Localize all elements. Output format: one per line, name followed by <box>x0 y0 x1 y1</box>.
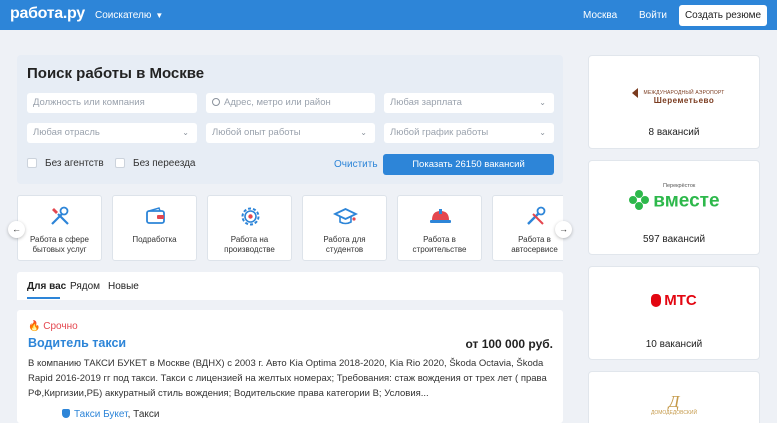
company-name[interactable]: Такси Букет <box>74 409 128 420</box>
top-header: работа.ру Соискателю ▼ Москва Войти Созда… <box>0 0 777 30</box>
no-agencies-label: Без агентств <box>45 158 104 169</box>
active-tab-indicator <box>27 297 60 299</box>
employer-card-mts[interactable]: МТС 10 вакансий <box>588 266 760 360</box>
experience-select[interactable]: Любой опыт работы ⌄ <box>206 123 375 143</box>
category-label: Подработка <box>132 235 177 244</box>
tab-nearby[interactable]: Рядом <box>70 281 100 292</box>
chevron-down-icon: ⌄ <box>539 98 546 107</box>
login-link[interactable]: Войти <box>639 10 667 21</box>
search-panel: Поиск работы в Москве Должность или комп… <box>17 55 563 184</box>
chevron-down-icon: ⌄ <box>539 128 546 137</box>
fire-icon: 🔥 <box>28 321 41 332</box>
mts-logo: МТС <box>589 292 759 309</box>
arrow-right-icon: → <box>559 224 568 234</box>
create-resume-button[interactable]: Создать резюме <box>679 5 767 26</box>
category-card-autoservice[interactable]: Работа в автосервисе <box>492 195 563 261</box>
category-label: Работа в автосервисе <box>511 235 558 254</box>
clear-filters-link[interactable]: Очистить <box>334 159 378 170</box>
verified-shield-icon <box>62 409 70 418</box>
employer-vacancy-count: 597 вакансий <box>642 234 706 245</box>
category-card-parttime[interactable]: Подработка <box>112 195 197 261</box>
vacancy-company[interactable]: Такси Букет, Такси <box>62 409 159 420</box>
schedule-select[interactable]: Любой график работы ⌄ <box>384 123 554 143</box>
address-input[interactable]: Адрес, метро или район <box>206 93 375 113</box>
carousel-prev-button[interactable]: ← <box>8 221 25 238</box>
gear-icon <box>241 207 260 226</box>
schedule-select-value: Любой график работы <box>390 127 489 138</box>
category-label: Работа для студентов <box>323 235 366 254</box>
position-placeholder: Должность или компания <box>33 97 145 108</box>
vacancy-salary: от 100 000 руб. <box>465 337 553 351</box>
urgent-label: Срочно <box>43 321 78 332</box>
category-card-students[interactable]: Работа для студентов <box>302 195 387 261</box>
address-placeholder: Адрес, метро или район <box>224 97 331 108</box>
vacancy-card[interactable]: 🔥 Срочно Водитель такси от 100 000 руб. … <box>17 310 563 423</box>
salary-select-value: Любая зарплата <box>390 97 462 108</box>
vmeste-logo: Перекрёсток вместе <box>589 183 759 214</box>
wrench-icon <box>527 206 546 225</box>
wallet-icon <box>146 207 165 224</box>
tab-new[interactable]: Новые <box>108 281 139 292</box>
company-industry: Такси <box>133 409 160 420</box>
domodedovo-logo: Д ДОМОДЕДОВСКИЙ <box>589 392 759 416</box>
site-logo[interactable]: работа.ру <box>10 5 85 23</box>
no-relocation-checkbox[interactable]: Без переезда <box>115 158 195 169</box>
feed-tabs: Для вас Рядом Новые <box>17 272 563 300</box>
mts-name: МТС <box>664 292 697 309</box>
category-label: Работа в строительстве <box>412 235 467 254</box>
location-pin-icon <box>212 98 220 106</box>
industry-select[interactable]: Любая отрасль ⌄ <box>27 123 197 143</box>
industry-select-value: Любая отрасль <box>33 127 100 138</box>
search-title: Поиск работы в Москве <box>27 65 205 82</box>
domodedovo-caption: ДОМОДЕДОВСКИЙ <box>650 410 698 416</box>
employer-vacancy-count: 8 вакансий <box>648 127 700 138</box>
show-vacancies-button[interactable]: Показать 26150 вакансий <box>383 154 554 175</box>
vacancy-title[interactable]: Водитель такси <box>28 336 126 350</box>
checkbox-box[interactable] <box>27 158 37 168</box>
chevron-down-icon: ▼ <box>155 11 164 20</box>
checkbox-box[interactable] <box>115 158 125 168</box>
category-card-construction[interactable]: Работа в строительстве <box>397 195 482 261</box>
tools-icon <box>51 206 69 225</box>
mts-egg-icon <box>651 294 662 307</box>
category-label: Работа на производстве <box>224 235 275 254</box>
vacancy-description: В компанию ТАКСИ БУКЕТ в Москве (ВДНХ) с… <box>28 358 547 399</box>
domodedovo-name: Д <box>668 392 680 411</box>
employer-card-sheremetyevo[interactable]: МЕЖДУНАРОДНЫЙ АЭРОПОРТ Шереметьево 8 вак… <box>588 55 760 149</box>
graduation-cap-icon <box>333 208 358 225</box>
no-agencies-checkbox[interactable]: Без агентств <box>27 158 104 169</box>
vmeste-clover-icon <box>628 189 650 214</box>
urgent-badge: 🔥 Срочно <box>28 321 78 332</box>
category-card-production[interactable]: Работа на производстве <box>207 195 292 261</box>
arrow-left-icon: ← <box>12 224 21 234</box>
employer-vacancy-count: 10 вакансий <box>645 339 703 350</box>
sheremetyevo-logo: МЕЖДУНАРОДНЫЙ АЭРОПОРТ Шереметьево <box>589 84 759 105</box>
hard-hat-icon <box>430 209 451 223</box>
position-input[interactable]: Должность или компания <box>27 93 197 113</box>
carousel-next-button[interactable]: → <box>555 221 572 238</box>
chevron-down-icon: ⌄ <box>360 128 367 137</box>
tab-for-you[interactable]: Для вас <box>27 281 66 292</box>
employer-card-vmeste[interactable]: Перекрёсток вместе 597 вакансий <box>588 160 760 255</box>
chevron-down-icon: ⌄ <box>182 128 189 137</box>
role-label: Соискателю <box>95 10 152 21</box>
category-card-household[interactable]: Работа в сфере бытовых услуг <box>17 195 102 261</box>
role-selector[interactable]: Соискателю ▼ <box>95 10 163 21</box>
category-carousel: Работа в сфере бытовых услуг Подработка … <box>17 195 563 261</box>
employer-card-domodedovo[interactable]: Д ДОМОДЕДОВСКИЙ <box>588 371 760 423</box>
experience-select-value: Любой опыт работы <box>212 127 301 138</box>
salary-select[interactable]: Любая зарплата ⌄ <box>384 93 554 113</box>
vmeste-name: вместе <box>653 190 720 212</box>
no-relocation-label: Без переезда <box>133 158 196 169</box>
category-label: Работа в сфере бытовых услуг <box>29 235 90 254</box>
city-selector[interactable]: Москва <box>583 10 617 21</box>
